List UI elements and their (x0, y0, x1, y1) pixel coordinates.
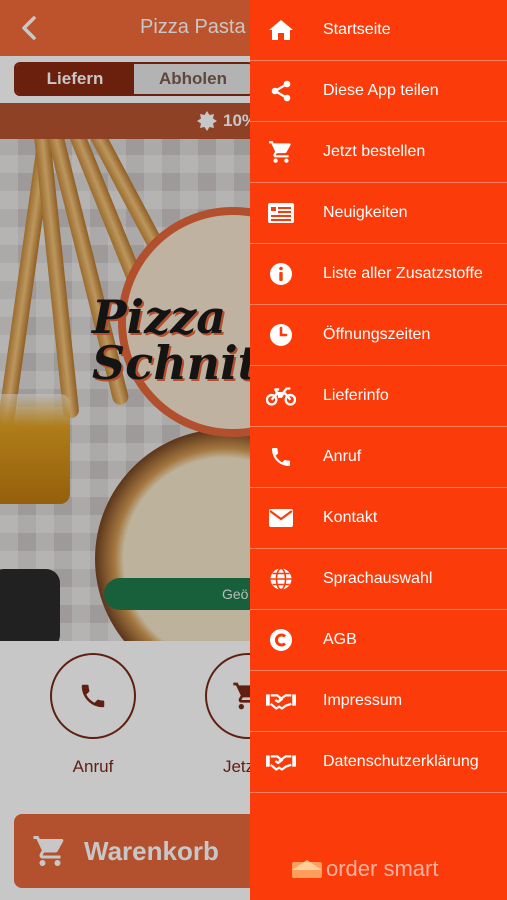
menu-item-kontakt[interactable]: Kontakt (250, 488, 507, 549)
phone-icon (266, 442, 296, 472)
cart-icon (266, 137, 296, 167)
news-icon (266, 198, 296, 228)
share-icon (266, 76, 296, 106)
motorbike-icon (266, 381, 296, 411)
menu-item-label: Impressum (323, 692, 403, 709)
menu-item-label: Startseite (323, 21, 391, 38)
menu-item-sprachauswahl[interactable]: Sprachauswahl (250, 549, 507, 610)
handshake-icon (266, 686, 296, 716)
order-smart-logo: order smart (292, 856, 438, 882)
menu-item-label: Datenschutzerklärung (323, 753, 479, 770)
menu-item-label: AGB (323, 631, 357, 648)
clock-icon (266, 320, 296, 350)
menu-item-oeffnungszeiten[interactable]: Öffnungszeiten (250, 305, 507, 366)
menu-item-label: Jetzt bestellen (323, 143, 426, 160)
menu-item-zusatzstoffe[interactable]: Liste aller Zusatzstoffe (250, 244, 507, 305)
brand-text: order smart (326, 856, 439, 881)
order-smart-mark-icon (292, 860, 322, 878)
menu-item-agb[interactable]: AGB (250, 610, 507, 671)
globe-icon (266, 564, 296, 594)
menu-item-startseite[interactable]: Startseite (250, 0, 507, 61)
menu-item-lieferinfo[interactable]: Lieferinfo (250, 366, 507, 427)
menu-item-anruf[interactable]: Anruf (250, 427, 507, 488)
menu-item-label: Anruf (323, 448, 362, 465)
copyright-icon (266, 625, 296, 655)
menu-item-bestellen[interactable]: Jetzt bestellen (250, 122, 507, 183)
menu-item-label: Diese App teilen (323, 82, 439, 99)
menu-item-label: Kontakt (323, 509, 378, 526)
menu-item-label: Sprachauswahl (323, 570, 433, 587)
menu-item-label: Lieferinfo (323, 387, 389, 404)
menu-item-label: Liste aller Zusatzstoffe (323, 265, 483, 282)
menu-item-label: Neuigkeiten (323, 204, 408, 221)
menu-item-impressum[interactable]: Impressum (250, 671, 507, 732)
info-icon (266, 259, 296, 289)
envelope-icon (266, 503, 296, 533)
home-icon (266, 15, 296, 45)
menu-item-label: Öffnungszeiten (323, 326, 431, 343)
handshake-icon (266, 747, 296, 777)
menu-item-share[interactable]: Diese App teilen (250, 61, 507, 122)
navigation-drawer: Startseite Diese App teilen Jetzt bestel… (250, 0, 507, 900)
menu-item-datenschutz[interactable]: Datenschutzerklärung (250, 732, 507, 793)
menu-item-neuigkeiten[interactable]: Neuigkeiten (250, 183, 507, 244)
